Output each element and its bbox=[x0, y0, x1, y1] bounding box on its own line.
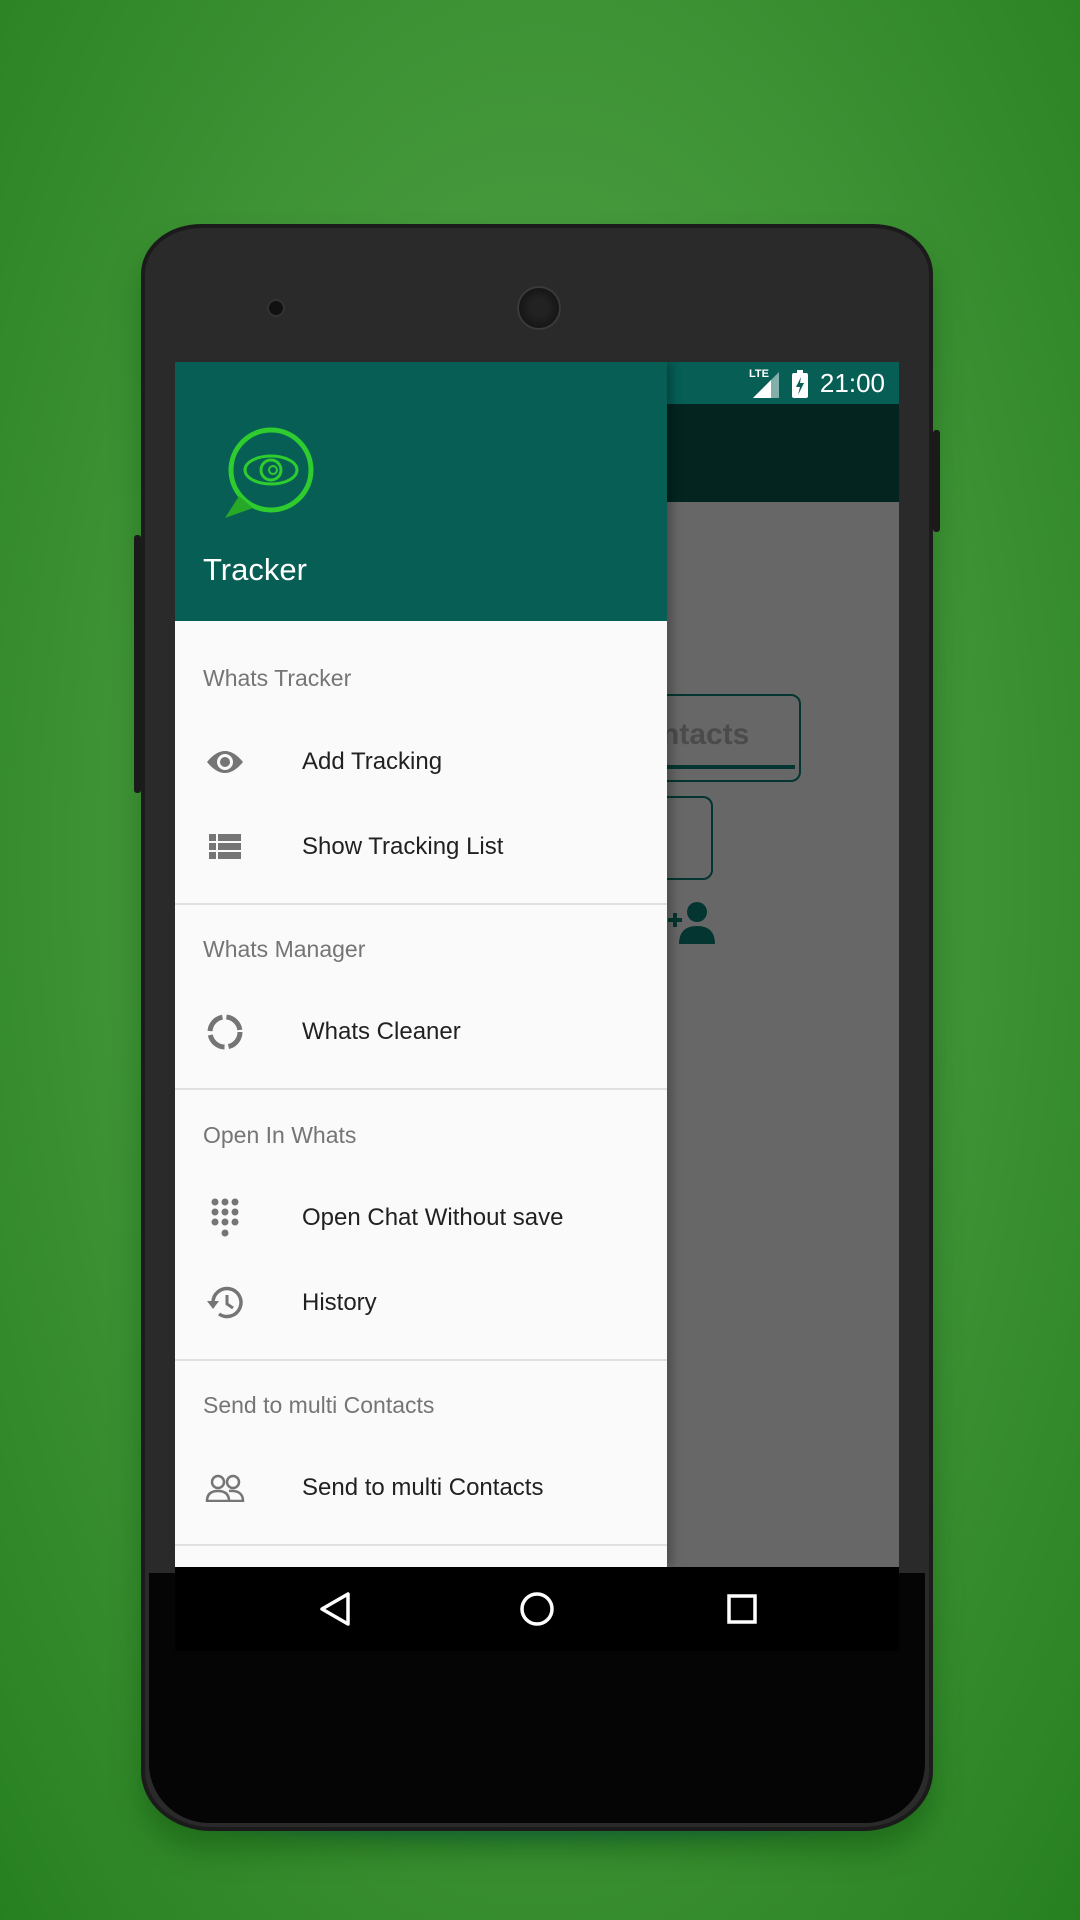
section-header-whats-tracker: Whats Tracker bbox=[203, 665, 352, 691]
menu-item-label: Show Tracking List bbox=[302, 833, 504, 860]
power-button bbox=[933, 430, 940, 532]
menu-item-whats-cleaner[interactable]: Whats Cleaner bbox=[175, 992, 667, 1072]
people-icon bbox=[205, 1468, 245, 1508]
contacts-button-text: ntacts bbox=[661, 718, 750, 751]
history-icon bbox=[205, 1283, 245, 1323]
navigation-bar bbox=[175, 1567, 899, 1651]
app-logo bbox=[225, 427, 314, 518]
divider bbox=[175, 903, 667, 905]
recents-button[interactable] bbox=[726, 1593, 758, 1625]
section-header-send-multi: Send to multi Contacts bbox=[203, 1392, 435, 1418]
earpiece-speaker bbox=[517, 286, 561, 330]
menu-item-open-chat-without-save[interactable]: Open Chat Without save bbox=[175, 1178, 667, 1258]
dialpad-icon bbox=[205, 1198, 245, 1238]
menu-item-label: Whats Cleaner bbox=[302, 1018, 461, 1045]
eye-icon bbox=[205, 742, 245, 782]
home-button[interactable] bbox=[519, 1591, 555, 1627]
menu-item-show-tracking-list[interactable]: Show Tracking List bbox=[175, 807, 667, 887]
back-button[interactable] bbox=[318, 1591, 352, 1627]
menu-item-history[interactable]: History bbox=[175, 1263, 667, 1343]
volume-button bbox=[134, 535, 141, 793]
menu-item-label: History bbox=[302, 1289, 377, 1316]
menu-item-add-tracking[interactable]: Add Tracking bbox=[175, 722, 667, 802]
app-title: Tracker bbox=[203, 552, 307, 587]
divider bbox=[175, 1088, 667, 1090]
divider bbox=[175, 1544, 667, 1546]
list-icon bbox=[205, 827, 245, 867]
section-header-open-in-whats: Open In Whats bbox=[203, 1122, 357, 1148]
clock: 21:00 bbox=[819, 368, 885, 398]
section-header-whats-manager: Whats Manager bbox=[203, 936, 366, 962]
drawer-header: Tracker bbox=[175, 362, 667, 621]
cleaner-circle-icon bbox=[205, 1012, 245, 1052]
front-camera bbox=[267, 299, 285, 317]
battery-charging-icon bbox=[792, 370, 808, 398]
signal-icon bbox=[753, 372, 779, 398]
screen: ntacts LTE 21:00 Tracker Whats Tracker A… bbox=[175, 362, 899, 1567]
contacts-underline bbox=[645, 765, 795, 769]
add-contact-icon bbox=[668, 902, 715, 944]
divider bbox=[175, 1359, 667, 1361]
menu-item-send-multi-contacts[interactable]: Send to multi Contacts bbox=[175, 1448, 667, 1528]
menu-item-label: Send to multi Contacts bbox=[302, 1474, 544, 1501]
menu-item-label: Open Chat Without save bbox=[302, 1204, 564, 1231]
navigation-drawer: Tracker Whats Tracker Add Tracking Show … bbox=[175, 362, 667, 1567]
menu-item-label: Add Tracking bbox=[302, 748, 443, 775]
